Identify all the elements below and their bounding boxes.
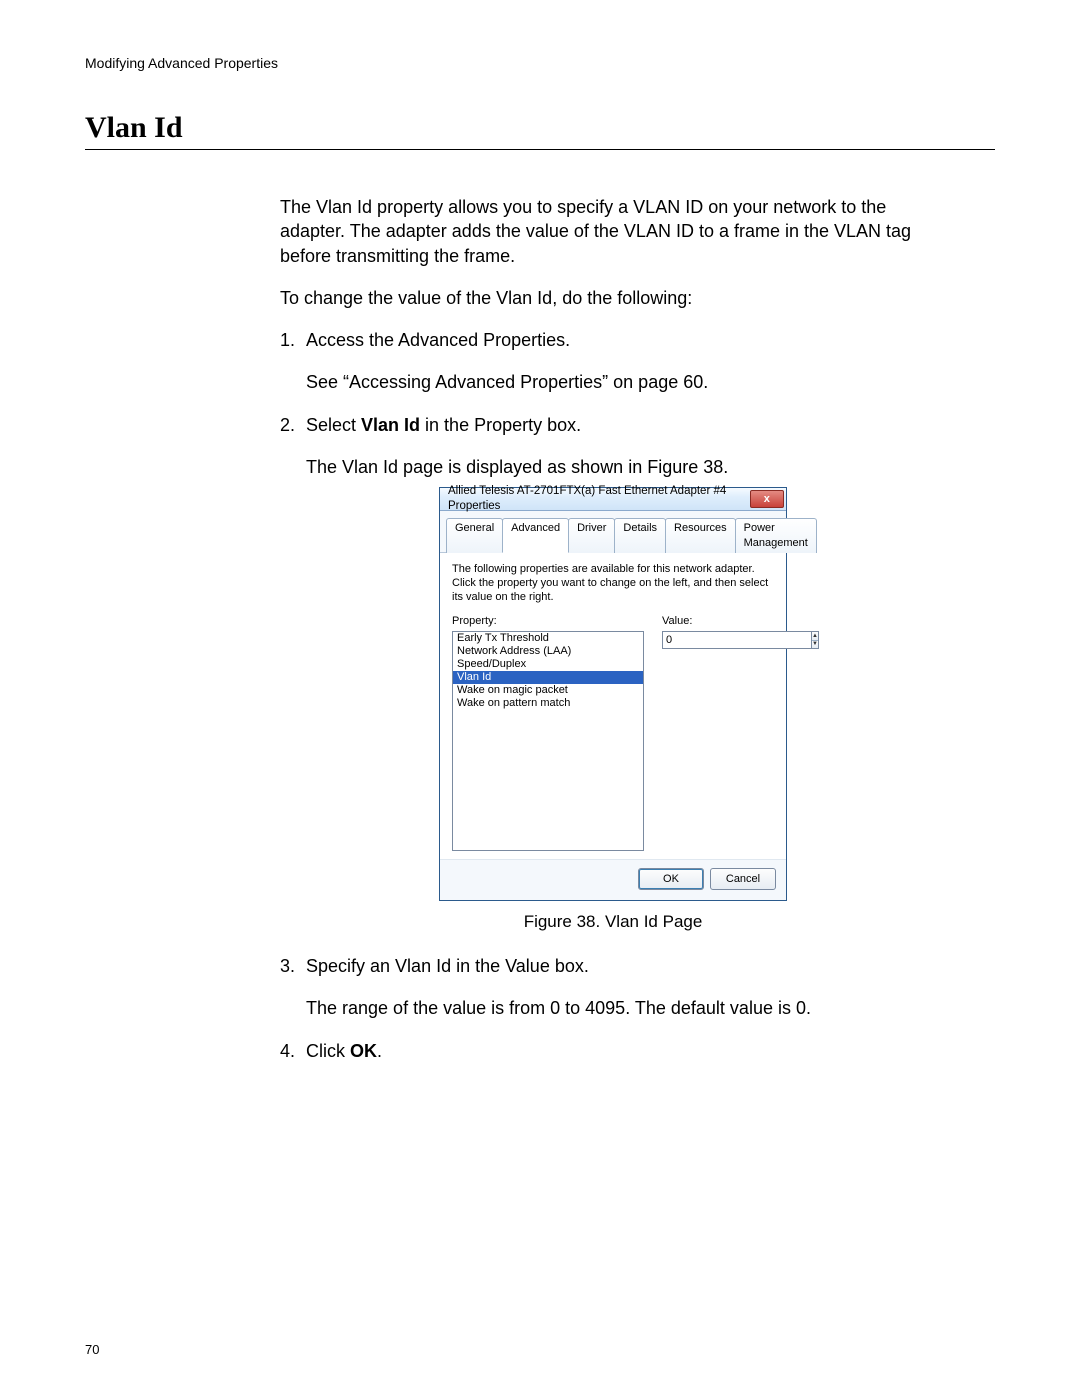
property-option[interactable]: Wake on pattern match: [453, 697, 643, 710]
figure-caption: Figure 38. Vlan Id Page: [306, 911, 920, 934]
spinner-up-icon[interactable]: ▲: [812, 632, 818, 640]
property-option[interactable]: Early Tx Threshold: [453, 632, 643, 645]
page-header: Modifying Advanced Properties: [85, 55, 995, 71]
step-number: 3.: [280, 954, 295, 978]
step-2: 2. Select Vlan Id in the Property box. T…: [280, 413, 920, 934]
step-text-bold: Vlan Id: [361, 415, 420, 435]
close-button[interactable]: x: [750, 490, 785, 508]
step-text-post: in the Property box.: [420, 415, 581, 435]
ok-button[interactable]: OK: [638, 868, 704, 890]
step-1: 1. Access the Advanced Properties. See “…: [280, 328, 920, 395]
title-rule: [85, 149, 995, 150]
intro-paragraph: The Vlan Id property allows you to speci…: [280, 195, 920, 268]
step-subtext: The Vlan Id page is displayed as shown i…: [306, 455, 920, 479]
property-option[interactable]: Network Address (LAA): [453, 645, 643, 658]
step-text-bold: OK: [350, 1041, 377, 1061]
tab-driver[interactable]: Driver: [568, 518, 615, 553]
step-text-pre: Select: [306, 415, 361, 435]
step-subtext: The range of the value is from 0 to 4095…: [306, 996, 920, 1020]
tab-general[interactable]: General: [446, 518, 503, 553]
dialog-titlebar[interactable]: Allied Telesis AT-2701FTX(a) Fast Ethern…: [440, 488, 786, 511]
step-number: 4.: [280, 1039, 295, 1063]
step-text: Access the Advanced Properties.: [306, 330, 570, 350]
tab-details[interactable]: Details: [614, 518, 666, 553]
step-number: 2.: [280, 413, 295, 437]
dialog-title: Allied Telesis AT-2701FTX(a) Fast Ethern…: [448, 484, 750, 515]
value-label: Value:: [662, 614, 774, 629]
value-input[interactable]: [662, 631, 812, 649]
tab-power-management[interactable]: Power Management: [735, 518, 817, 553]
step-3: 3. Specify an Vlan Id in the Value box. …: [280, 954, 920, 1021]
property-label: Property:: [452, 614, 644, 629]
page-title: Vlan Id: [85, 111, 995, 145]
step-text-pre: Click: [306, 1041, 350, 1061]
step-text-post: .: [377, 1041, 382, 1061]
spinner-down-icon[interactable]: ▼: [812, 640, 818, 649]
tab-resources[interactable]: Resources: [665, 518, 736, 553]
cancel-button[interactable]: Cancel: [710, 868, 776, 890]
value-spinner[interactable]: ▲ ▼: [812, 631, 819, 649]
lead-paragraph: To change the value of the Vlan Id, do t…: [280, 286, 920, 310]
dialog-description: The following properties are available f…: [452, 563, 774, 604]
step-4: 4. Click OK.: [280, 1039, 920, 1063]
property-option[interactable]: Wake on magic packet: [453, 684, 643, 697]
step-number: 1.: [280, 328, 295, 352]
step-text: Specify an Vlan Id in the Value box.: [306, 956, 589, 976]
close-icon: x: [764, 494, 770, 505]
property-option[interactable]: Vlan Id: [453, 671, 643, 684]
properties-dialog: Allied Telesis AT-2701FTX(a) Fast Ethern…: [439, 487, 787, 901]
property-option[interactable]: Speed/Duplex: [453, 658, 643, 671]
tab-advanced[interactable]: Advanced: [502, 518, 569, 553]
step-subtext: See “Accessing Advanced Properties” on p…: [306, 370, 920, 394]
page-number: 70: [85, 1342, 99, 1357]
property-listbox[interactable]: Early Tx ThresholdNetwork Address (LAA)S…: [452, 631, 644, 851]
